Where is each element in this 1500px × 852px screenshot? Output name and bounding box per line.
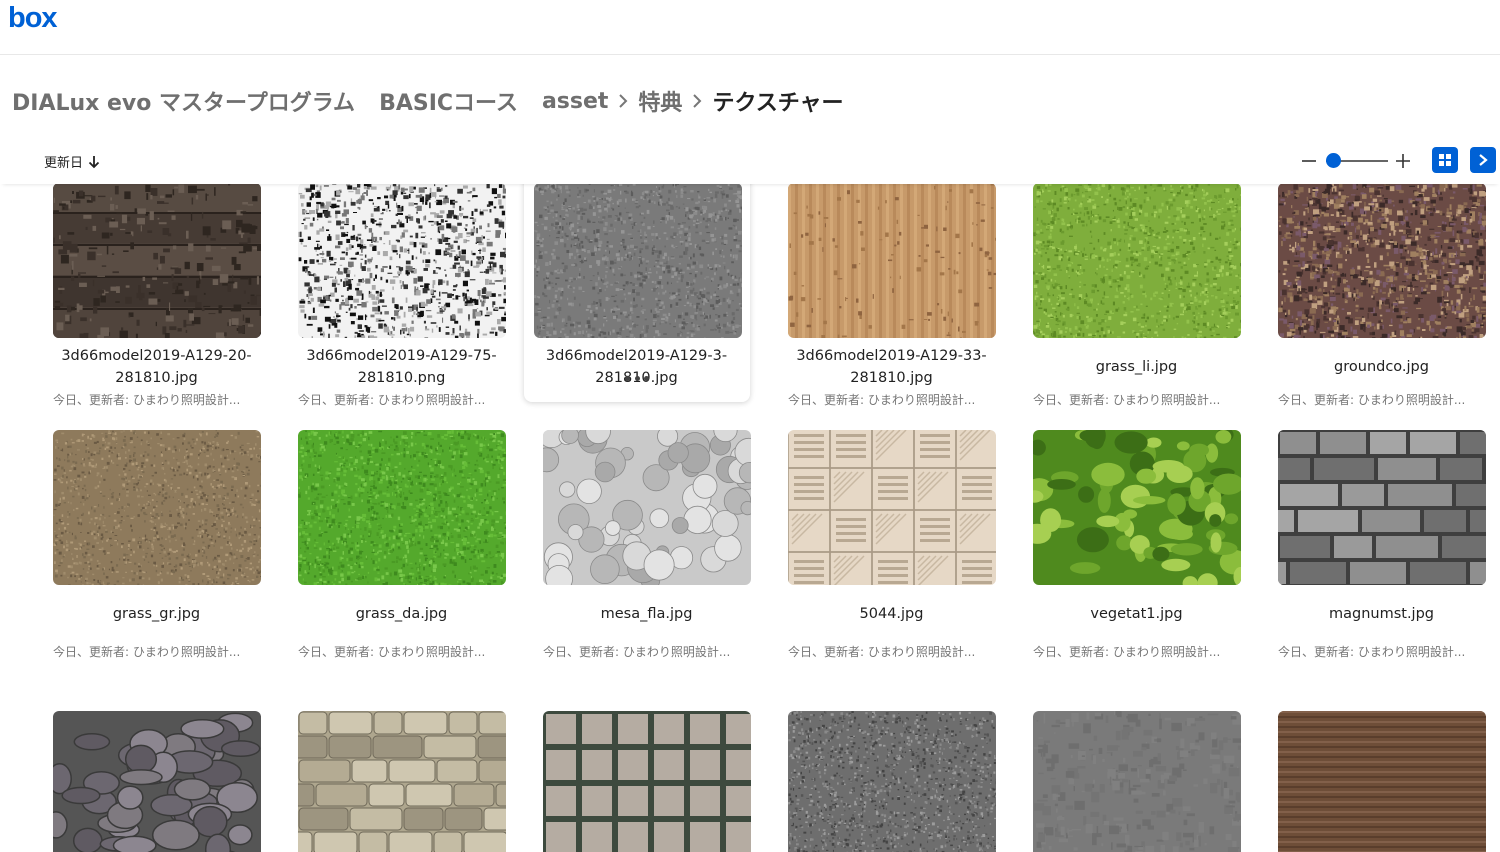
file-thumbnail[interactable] xyxy=(298,184,506,338)
file-card[interactable]: 3d66model2019-A129-3-281810.jpg xyxy=(524,184,750,402)
file-name-line: 281810.jpg xyxy=(850,370,933,386)
file-name[interactable]: 3d66model2019-A129-20- 281810.jpg xyxy=(34,345,279,389)
sort-label: 更新日 xyxy=(44,156,84,171)
file-meta: 今日、更新者: ひまわり照明設計... xyxy=(1033,393,1221,407)
file-name-line: magnumst.jpg xyxy=(1328,606,1434,622)
file-meta: 今日、更新者: ひまわり照明設計... xyxy=(298,393,486,407)
more-options-button[interactable] xyxy=(625,373,649,383)
file-thumbnail[interactable] xyxy=(1033,430,1241,585)
box-logo[interactable]: box xyxy=(8,2,58,35)
file-meta: 今日、更新者: ひまわり照明設計... xyxy=(788,393,976,407)
file-thumbnail[interactable] xyxy=(1033,711,1241,852)
chevron-right-icon xyxy=(1479,154,1488,166)
sort-button[interactable]: 更新日 xyxy=(44,152,100,171)
file-name-line: 3d66model2019-A129-75- xyxy=(306,348,497,364)
file-name-line: 3d66model2019-A129-3- xyxy=(545,348,728,364)
file-thumbnail[interactable] xyxy=(1278,711,1486,852)
file-name[interactable]: vegetat1.jpg xyxy=(1014,603,1259,625)
toolbar: 更新日 xyxy=(0,140,1500,184)
arrow-down-icon xyxy=(88,155,100,168)
file-name[interactable]: grass_da.jpg xyxy=(279,603,524,625)
file-name[interactable]: 5044.jpg xyxy=(769,603,1014,625)
file-name-line: 281810.png xyxy=(357,370,446,386)
file-thumbnail[interactable] xyxy=(53,711,261,852)
file-thumbnail[interactable] xyxy=(53,430,261,585)
file-name-line: grass_da.jpg xyxy=(355,606,448,622)
file-name-line: 281810.jpg xyxy=(115,370,198,386)
file-name[interactable]: groundco.jpg xyxy=(1259,356,1500,378)
details-panel-button[interactable] xyxy=(1470,147,1496,173)
grid-icon xyxy=(1439,154,1451,166)
file-name-line: mesa_fla.jpg xyxy=(600,606,693,622)
file-name[interactable]: mesa_fla.jpg xyxy=(524,603,769,625)
file-name-line: 5044.jpg xyxy=(859,606,924,622)
file-meta: 今日、更新者: ひまわり照明設計... xyxy=(788,645,976,659)
file-thumbnail[interactable] xyxy=(298,430,506,585)
plus-icon[interactable] xyxy=(1392,150,1414,172)
file-name-line: vegetat1.jpg xyxy=(1090,606,1183,622)
breadcrumb-item-tokuten[interactable]: 特典 xyxy=(638,85,682,117)
zoom-slider-handle[interactable] xyxy=(1326,153,1341,168)
file-name[interactable]: 3d66model2019-A129-75- 281810.png xyxy=(279,345,524,389)
file-meta: 今日、更新者: ひまわり照明設計... xyxy=(53,645,241,659)
file-name-line: grass_li.jpg xyxy=(1095,359,1178,375)
breadcrumb-item-asset[interactable]: asset xyxy=(542,89,608,114)
file-thumbnail[interactable] xyxy=(543,430,751,585)
file-thumbnail[interactable] xyxy=(788,430,996,585)
file-name-line: 3d66model2019-A129-20- xyxy=(61,348,252,364)
file-thumbnail[interactable] xyxy=(1278,430,1486,585)
file-thumbnail[interactable] xyxy=(534,184,742,338)
zoom-control xyxy=(1298,148,1414,174)
chevron-right-icon xyxy=(610,88,636,114)
breadcrumb-item-master-program[interactable]: DIALux evo マスタープログラム xyxy=(12,85,355,117)
file-thumbnail[interactable] xyxy=(543,711,751,852)
file-thumbnail[interactable] xyxy=(1033,184,1241,338)
file-thumbnail[interactable] xyxy=(53,184,261,338)
file-thumbnail[interactable] xyxy=(788,711,996,852)
file-name-line: grass_gr.jpg xyxy=(112,606,201,622)
file-meta: 今日、更新者: ひまわり照明設計... xyxy=(1278,645,1466,659)
file-name[interactable]: grass_li.jpg xyxy=(1014,356,1259,378)
breadcrumb: DIALux evo マスタープログラム BASICコース asset 特典 テ… xyxy=(12,85,844,117)
top-bar: box xyxy=(0,0,1500,55)
file-name[interactable]: 3d66model2019-A129-33- 281810.jpg xyxy=(769,345,1014,389)
file-thumbnail[interactable] xyxy=(1278,184,1486,338)
file-thumbnail[interactable] xyxy=(788,184,996,338)
file-name[interactable]: magnumst.jpg xyxy=(1259,603,1500,625)
file-meta: 今日、更新者: ひまわり照明設計... xyxy=(1033,645,1221,659)
file-name[interactable]: grass_gr.jpg xyxy=(34,603,279,625)
file-meta: 今日、更新者: ひまわり照明設計... xyxy=(1278,393,1466,407)
file-grid: 3d66model2019-A129-20- 281810.jpg 今日、更新者: … xyxy=(0,184,1500,852)
minus-icon[interactable] xyxy=(1298,150,1320,172)
file-meta: 今日、更新者: ひまわり照明設計... xyxy=(298,645,486,659)
file-meta: 今日、更新者: ひまわり照明設計... xyxy=(543,645,731,659)
file-name-line: 3d66model2019-A129-33- xyxy=(796,348,987,364)
file-name-line: groundco.jpg xyxy=(1334,359,1429,375)
grid-view-button[interactable] xyxy=(1432,147,1458,173)
file-meta: 今日、更新者: ひまわり照明設計... xyxy=(53,393,241,407)
file-thumbnail[interactable] xyxy=(298,711,506,852)
chevron-right-icon xyxy=(684,88,710,114)
breadcrumb-item-basic-course[interactable]: BASICコース xyxy=(379,85,518,117)
breadcrumb-item-texture: テクスチャー xyxy=(712,91,844,116)
zoom-slider[interactable] xyxy=(1326,153,1388,168)
